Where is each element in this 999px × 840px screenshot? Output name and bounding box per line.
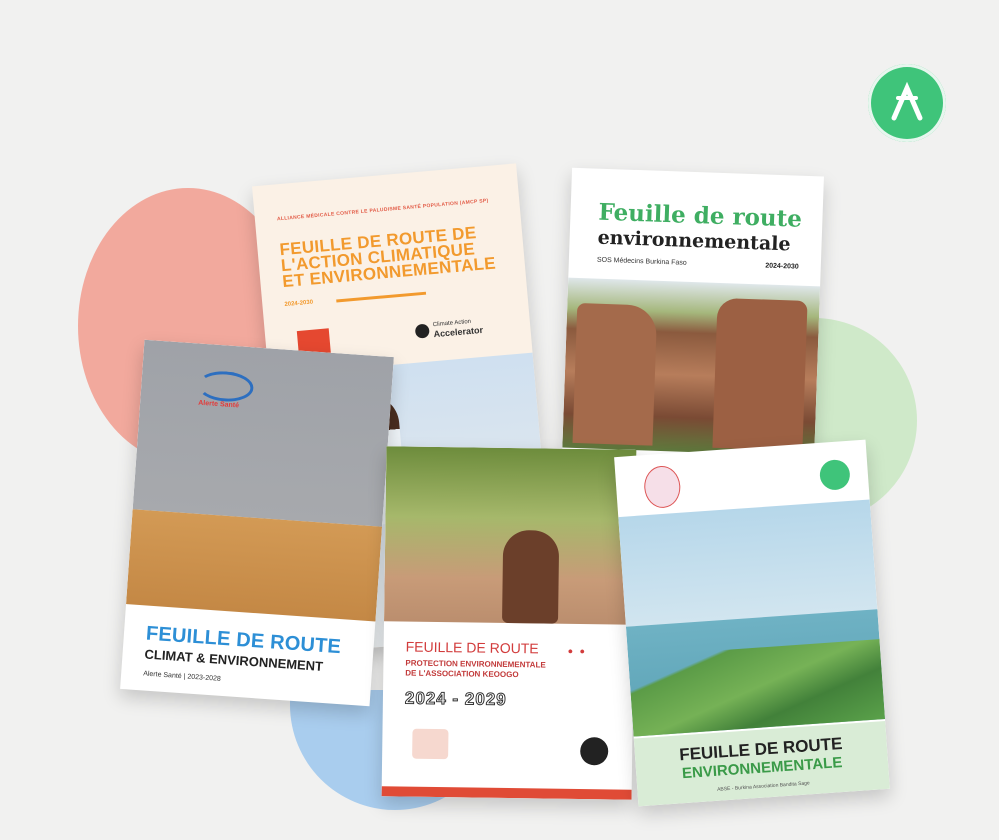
roadmap-cover-alerte-sante: Alerte Santé FEUILLE DE ROUTE CLIMAT & E…: [120, 339, 394, 707]
climate-action-accelerator-icon: [868, 64, 946, 142]
accelerator-icon: [818, 458, 851, 491]
cover-subtitle: SOS Médecins Burkina Faso: [596, 256, 687, 267]
cover-subtitle: PROTECTION ENVIRONNEMENTALE DE L'ASSOCIA…: [405, 658, 546, 680]
child-figure: [502, 529, 560, 624]
cover-footer: Alerte Santé | 2023-2028: [142, 670, 221, 683]
cover-photo-desert: [126, 509, 383, 622]
cover-title: FEUILLE DE ROUTE DE L'ACTION CLIMATIQUE …: [278, 223, 497, 292]
accelerator-icon: [414, 323, 430, 339]
cover-years: 2024-2030: [765, 262, 799, 271]
keoogo-logo: [412, 728, 449, 760]
roadmap-cover-lake: FEUILLE DE ROUTE ENVIRONNEMENTALE ABSE -…: [614, 439, 890, 807]
cover-photo-vegetation: [628, 639, 886, 737]
roadmap-cover-keoogo: FEUILLE DE ROUTE ● ● PROTECTION ENVIRONN…: [381, 446, 637, 800]
cover-years: 2024 - 2029: [404, 688, 507, 709]
rock-formation: [712, 297, 808, 451]
title-underline: [336, 291, 427, 303]
accelerator-icon: [580, 737, 609, 766]
climate-action-accelerator-badge: Climate Action Accelerator: [414, 314, 516, 341]
association-logo: [642, 464, 682, 510]
cover-photo-sky: [132, 339, 394, 527]
rock-formation: [572, 302, 658, 446]
cover-years: 2024-2030: [284, 299, 314, 309]
organisation-line: ALLIANCE MÉDICALE CONTRE LE PALUDISME SA…: [276, 197, 489, 223]
cover-title: FEUILLE DE ROUTE: [405, 638, 539, 657]
decorative-dots: ● ●: [567, 645, 588, 657]
